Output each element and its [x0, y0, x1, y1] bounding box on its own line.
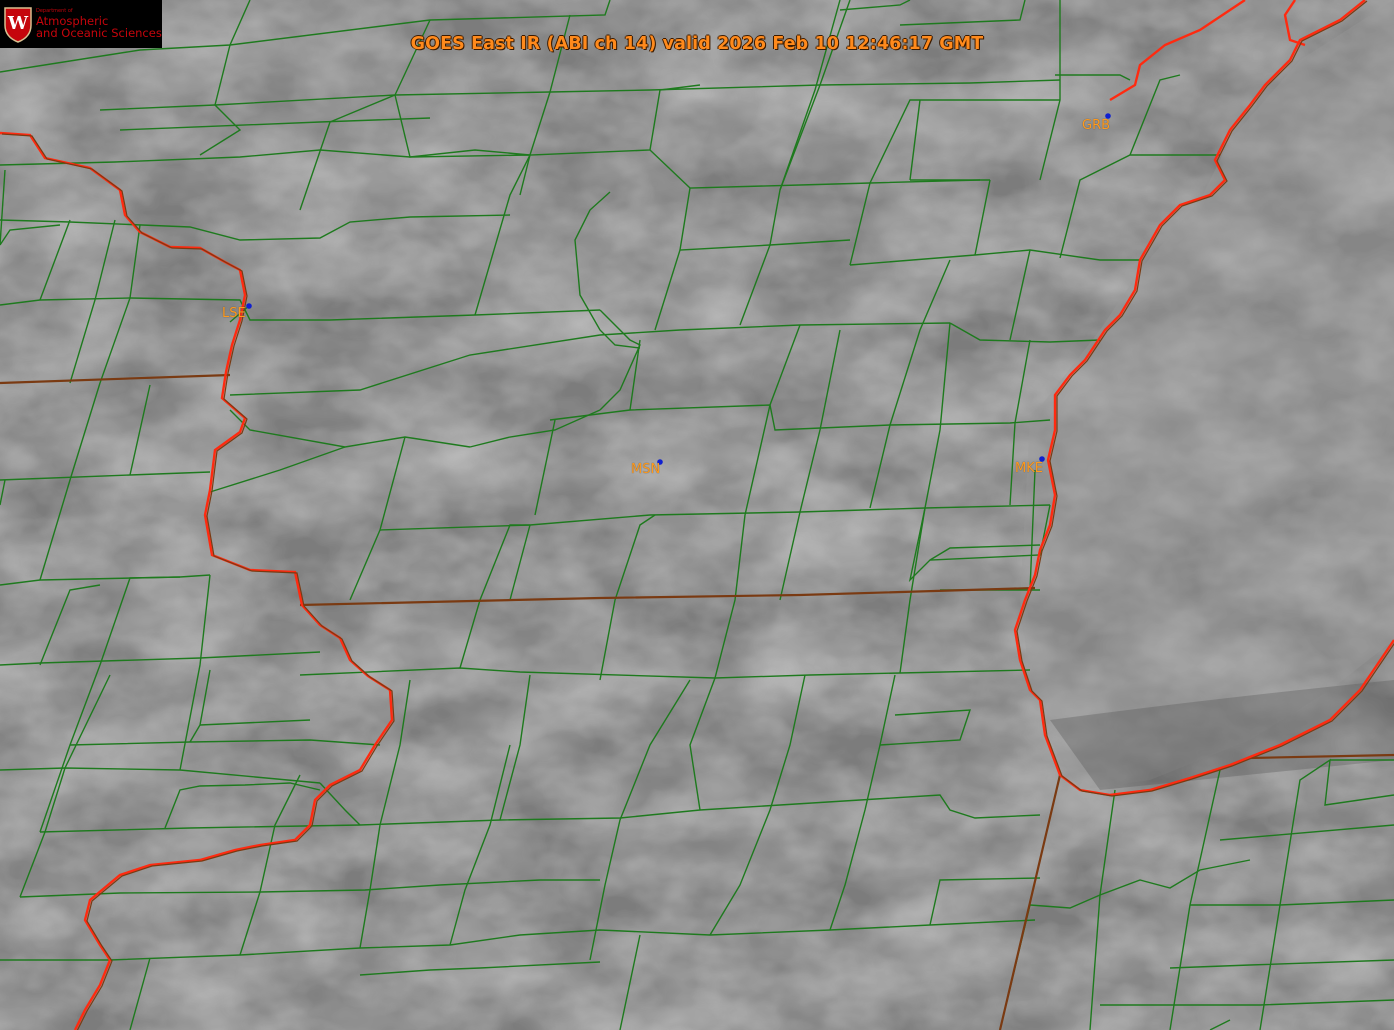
logo-line-2: and Oceanic Sciences — [36, 25, 162, 40]
station-label-mke: MKE — [1015, 461, 1043, 476]
station-label-lse: LSE — [222, 306, 246, 321]
satellite-map[interactable] — [0, 0, 1394, 1030]
svg-text:W: W — [7, 13, 29, 34]
station-label-grb: GRB — [1082, 118, 1111, 133]
aos-logo[interactable]: W Department of Atmospheric and Oceanic … — [0, 0, 162, 48]
logo-line-1: Atmospheric — [36, 13, 109, 28]
station-label-msn: MSN — [631, 462, 661, 477]
uw-crest-icon: W — [4, 7, 32, 43]
map-title: GOES East IR (ABI ch 14) valid 2026 Feb … — [410, 34, 984, 54]
logo-text: Department of Atmospheric and Oceanic Sc… — [36, 9, 162, 40]
station-dot-lse[interactable] — [246, 303, 252, 309]
